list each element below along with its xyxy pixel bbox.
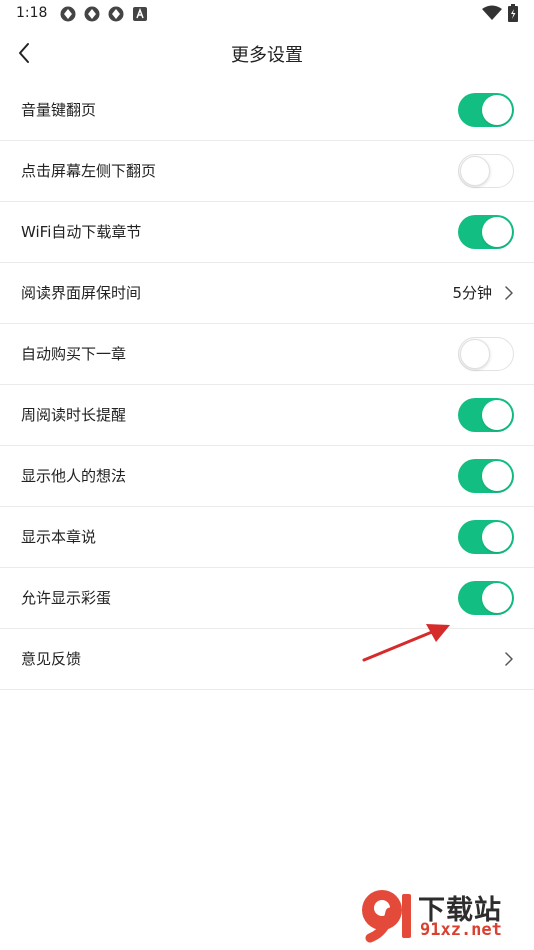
toggle-knob bbox=[460, 156, 490, 186]
setting-label: 显示他人的想法 bbox=[21, 467, 127, 485]
chevron-right-icon bbox=[505, 652, 513, 666]
setting-screensaver-time[interactable]: 阅读界面屏保时间 5分钟 bbox=[0, 263, 534, 324]
setting-label: WiFi自动下载章节 bbox=[21, 223, 142, 241]
setting-label: 周阅读时长提醒 bbox=[21, 406, 127, 424]
chevron-right-icon bbox=[505, 286, 513, 300]
annotation-arrow-icon bbox=[362, 624, 450, 662]
battery-charging-icon bbox=[508, 4, 518, 22]
setting-label: 意见反馈 bbox=[21, 650, 82, 668]
status-time: 1:18 bbox=[16, 5, 48, 21]
toggle-switch[interactable] bbox=[458, 398, 514, 432]
setting-tap-left-page-down: 点击屏幕左侧下翻页 bbox=[0, 141, 534, 202]
setting-label: 显示本章说 bbox=[21, 528, 97, 546]
setting-value: 5分钟 bbox=[452, 284, 492, 302]
toggle-switch[interactable] bbox=[458, 581, 514, 615]
sync-icon bbox=[108, 6, 124, 22]
toggle-switch[interactable] bbox=[458, 154, 514, 188]
toggle-knob bbox=[482, 400, 512, 430]
toggle-switch[interactable] bbox=[458, 215, 514, 249]
toggle-switch[interactable] bbox=[458, 520, 514, 554]
setting-show-others-thoughts: 显示他人的想法 bbox=[0, 446, 534, 507]
setting-weekly-reading-reminder: 周阅读时长提醒 bbox=[0, 385, 534, 446]
watermark-logo-icon bbox=[362, 890, 411, 943]
setting-label: 音量键翻页 bbox=[21, 101, 97, 119]
setting-show-chapter-comments: 显示本章说 bbox=[0, 507, 534, 568]
toggle-knob bbox=[482, 95, 512, 125]
settings-list: 音量键翻页 点击屏幕左侧下翻页 WiFi自动下载章节 阅读界面屏保时间 5分钟 … bbox=[0, 80, 534, 690]
toggle-switch[interactable] bbox=[458, 337, 514, 371]
watermark-url: 91xz.net bbox=[420, 920, 502, 940]
setting-volume-key-page-turn: 音量键翻页 bbox=[0, 80, 534, 141]
toggle-switch[interactable] bbox=[458, 93, 514, 127]
status-bar: 1:18 bbox=[0, 0, 534, 28]
setting-label: 点击屏幕左侧下翻页 bbox=[21, 162, 157, 180]
setting-label: 阅读界面屏保时间 bbox=[21, 284, 142, 302]
toggle-knob bbox=[482, 461, 512, 491]
nav-bar: 更多设置 bbox=[0, 28, 534, 80]
setting-label: 允许显示彩蛋 bbox=[21, 589, 112, 607]
toggle-knob bbox=[482, 583, 512, 613]
toggle-switch[interactable] bbox=[458, 459, 514, 493]
page-title: 更多设置 bbox=[231, 45, 303, 66]
sync-icon bbox=[84, 6, 100, 22]
watermark: 下载站 91xz.net bbox=[356, 884, 526, 944]
a-badge-icon bbox=[133, 7, 147, 21]
toggle-knob bbox=[482, 217, 512, 247]
toggle-knob bbox=[482, 522, 512, 552]
setting-auto-buy-next-chapter: 自动购买下一章 bbox=[0, 324, 534, 385]
wifi-icon bbox=[482, 5, 502, 20]
setting-label: 自动购买下一章 bbox=[21, 345, 127, 363]
sync-icon bbox=[60, 6, 76, 22]
toggle-knob bbox=[460, 339, 490, 369]
setting-wifi-auto-download: WiFi自动下载章节 bbox=[0, 202, 534, 263]
